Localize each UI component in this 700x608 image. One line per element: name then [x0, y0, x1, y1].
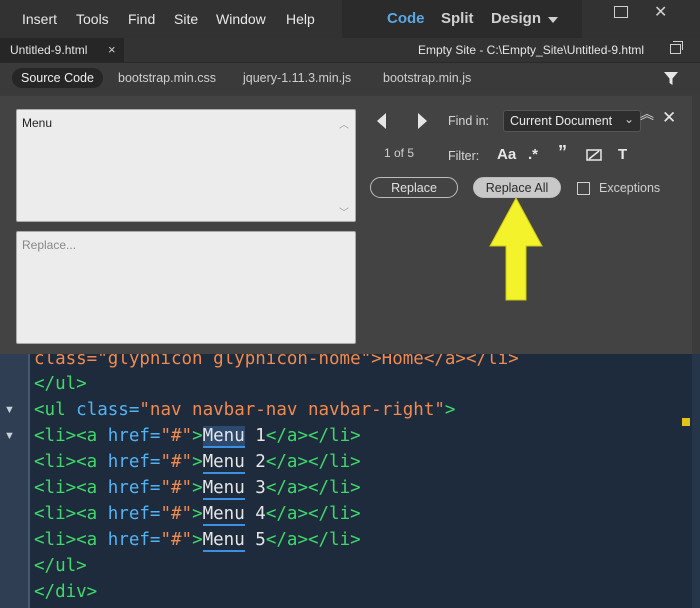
filter-icon[interactable]: [664, 72, 678, 86]
exceptions-checkbox[interactable]: [577, 182, 590, 195]
find-input[interactable]: Menu ︿ ﹀: [16, 109, 356, 222]
match-case-icon[interactable]: Aa: [497, 146, 516, 163]
close-tab-icon[interactable]: ×: [108, 42, 116, 57]
close-window-icon[interactable]: ✕: [654, 2, 667, 22]
code-editor[interactable]: ▼ ▼ class="glyphicon glyphicon-home">Hom…: [0, 354, 700, 608]
chevron-down-icon: ⌄: [623, 112, 634, 126]
related-file-bootstrap-js[interactable]: bootstrap.min.js: [383, 71, 471, 85]
split-view-button[interactable]: Split: [441, 10, 474, 27]
replace-all-button[interactable]: Replace All: [473, 177, 561, 198]
restore-window-icon[interactable]: [670, 41, 683, 54]
code-line-menu-5: <li><a href="#">Menu 5</a></li>: [34, 530, 361, 552]
collapse-panel-icon[interactable]: ︽: [640, 107, 654, 121]
replace-input-placeholder: Replace...: [22, 238, 77, 252]
menu-site[interactable]: Site: [174, 11, 198, 27]
view-switcher: Code Split Design: [342, 0, 582, 38]
find-replace-panel: Menu ︿ ﹀ Replace... Find in: Current Doc…: [0, 96, 692, 354]
related-file-bootstrap-css[interactable]: bootstrap.min.css: [118, 71, 216, 85]
replace-input[interactable]: Replace...: [16, 231, 356, 344]
text-only-icon[interactable]: T: [618, 146, 627, 163]
match-count: 1 of 5: [384, 146, 415, 160]
scroll-down-icon[interactable]: ﹀: [339, 204, 349, 219]
close-panel-icon[interactable]: ✕: [662, 108, 676, 128]
regex-icon[interactable]: .*: [528, 146, 538, 163]
document-tab[interactable]: Untitled-9.html ×: [0, 38, 124, 62]
find-in-label: Find in:: [448, 114, 489, 128]
fold-triangle-icon[interactable]: ▼: [4, 430, 15, 442]
code-line-2: <ul class="nav navbar-nav navbar-right">: [34, 400, 456, 420]
exceptions-label: Exceptions: [599, 181, 661, 195]
ignore-whitespace-icon[interactable]: [586, 149, 602, 161]
fold-triangle-icon[interactable]: ▼: [4, 404, 15, 416]
code-line-menu-3: <li><a href="#">Menu 3</a></li>: [34, 478, 361, 500]
code-line-9: </div>: [34, 582, 98, 602]
menu-find[interactable]: Find: [128, 11, 155, 27]
scroll-marker: [682, 418, 690, 426]
quote-icon[interactable]: ”: [558, 142, 567, 163]
find-next-icon[interactable]: [418, 113, 427, 129]
related-file-jquery[interactable]: jquery-1.11.3.min.js: [243, 71, 351, 85]
replace-button[interactable]: Replace: [370, 177, 458, 198]
find-previous-icon[interactable]: [377, 113, 386, 129]
menu-tools[interactable]: Tools: [76, 11, 109, 27]
menubar: Insert Tools Find Site Window Help Code …: [0, 0, 700, 38]
editor-gutter: [0, 354, 30, 608]
minimize-window-icon[interactable]: [614, 6, 628, 18]
related-file-source-code[interactable]: Source Code: [12, 68, 103, 88]
filter-label: Filter:: [448, 149, 480, 163]
menu-insert[interactable]: Insert: [22, 11, 57, 27]
annotation-arrow-icon: [489, 196, 543, 301]
design-view-button[interactable]: Design: [491, 10, 541, 27]
menu-help[interactable]: Help: [286, 11, 315, 27]
code-view-button[interactable]: Code: [387, 10, 425, 27]
code-line-menu-1: <li><a href="#">Menu 1</a></li>: [34, 426, 361, 448]
document-tab-bar: Untitled-9.html × Empty Site - C:\Empty_…: [0, 38, 700, 63]
find-in-value: Current Document: [510, 114, 613, 128]
code-line-1: </ul>: [34, 374, 87, 394]
find-in-dropdown[interactable]: Current Document ⌄: [503, 110, 641, 132]
document-tab-title: Untitled-9.html: [10, 43, 88, 57]
editor-scrollbar[interactable]: [692, 354, 700, 608]
site-path: Empty Site - C:\Empty_Site\Untitled-9.ht…: [418, 43, 645, 57]
gutter-stripe: [28, 354, 30, 608]
code-line-8: </ul>: [34, 556, 87, 576]
view-dropdown-chevron-icon[interactable]: [548, 17, 558, 23]
code-line-menu-2: <li><a href="#">Menu 2</a></li>: [34, 452, 361, 474]
related-files-bar: Source Code bootstrap.min.css jquery-1.1…: [0, 63, 700, 95]
menu-window[interactable]: Window: [216, 11, 266, 27]
find-input-value: Menu: [22, 116, 53, 130]
scroll-up-icon[interactable]: ︿: [339, 116, 349, 131]
code-line-menu-4: <li><a href="#">Menu 4</a></li>: [34, 504, 361, 526]
